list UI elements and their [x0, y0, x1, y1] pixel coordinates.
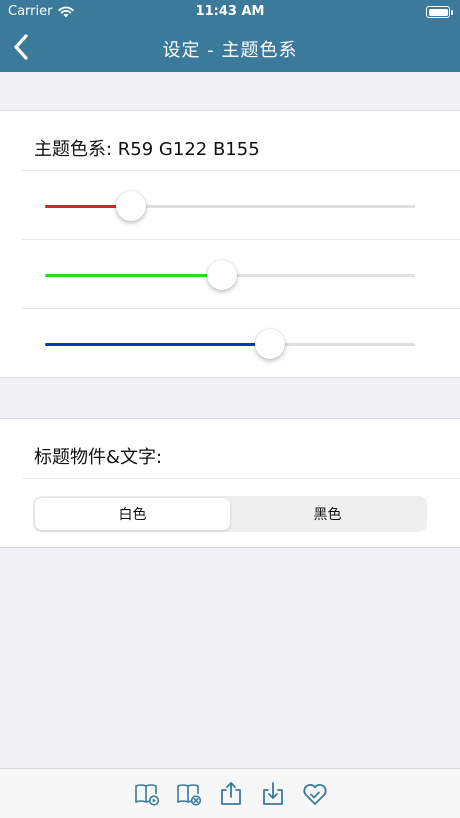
blue-slider[interactable]	[45, 329, 415, 359]
text-color-segmented-control: 白色 黑色	[33, 496, 427, 532]
segment-white[interactable]: 白色	[35, 498, 230, 530]
favorite-button[interactable]	[302, 781, 328, 807]
divider	[22, 478, 460, 479]
book-play-button[interactable]	[134, 781, 160, 807]
bottom-toolbar	[0, 768, 460, 818]
theme-color-label: 主题色系: R59 G122 B155	[34, 139, 260, 160]
slider-thumb[interactable]	[207, 260, 238, 290]
slider-thumb[interactable]	[115, 191, 146, 221]
battery-icon	[426, 6, 453, 18]
slider-thumb[interactable]	[254, 329, 285, 359]
divider	[22, 308, 460, 309]
red-slider[interactable]	[45, 191, 415, 221]
download-icon	[263, 782, 283, 805]
navigation-bar: Carrier 11:43 AM 设定 - 主题色系	[0, 0, 460, 72]
book-play-icon	[135, 784, 160, 806]
heart-check-icon	[303, 783, 327, 805]
green-slider[interactable]	[45, 260, 415, 290]
title-text-label: 标题物件&文字:	[34, 447, 163, 468]
status-bar: Carrier 11:43 AM	[0, 0, 460, 24]
theme-color-section: 主题色系: R59 G122 B155	[0, 110, 460, 378]
share-button[interactable]	[218, 781, 244, 807]
page-title: 设定 - 主题色系	[162, 40, 298, 61]
segment-black[interactable]: 黑色	[230, 498, 425, 530]
download-button[interactable]	[260, 781, 286, 807]
book-remove-button[interactable]	[176, 781, 202, 807]
share-upload-icon	[221, 782, 241, 805]
slider-fill	[45, 343, 270, 346]
divider	[22, 170, 460, 171]
book-remove-icon	[177, 784, 202, 806]
divider	[22, 239, 460, 240]
slider-fill	[45, 274, 223, 277]
title-text-color-section: 标题物件&文字: 白色 黑色	[0, 418, 460, 548]
status-time: 11:43 AM	[195, 4, 265, 19]
